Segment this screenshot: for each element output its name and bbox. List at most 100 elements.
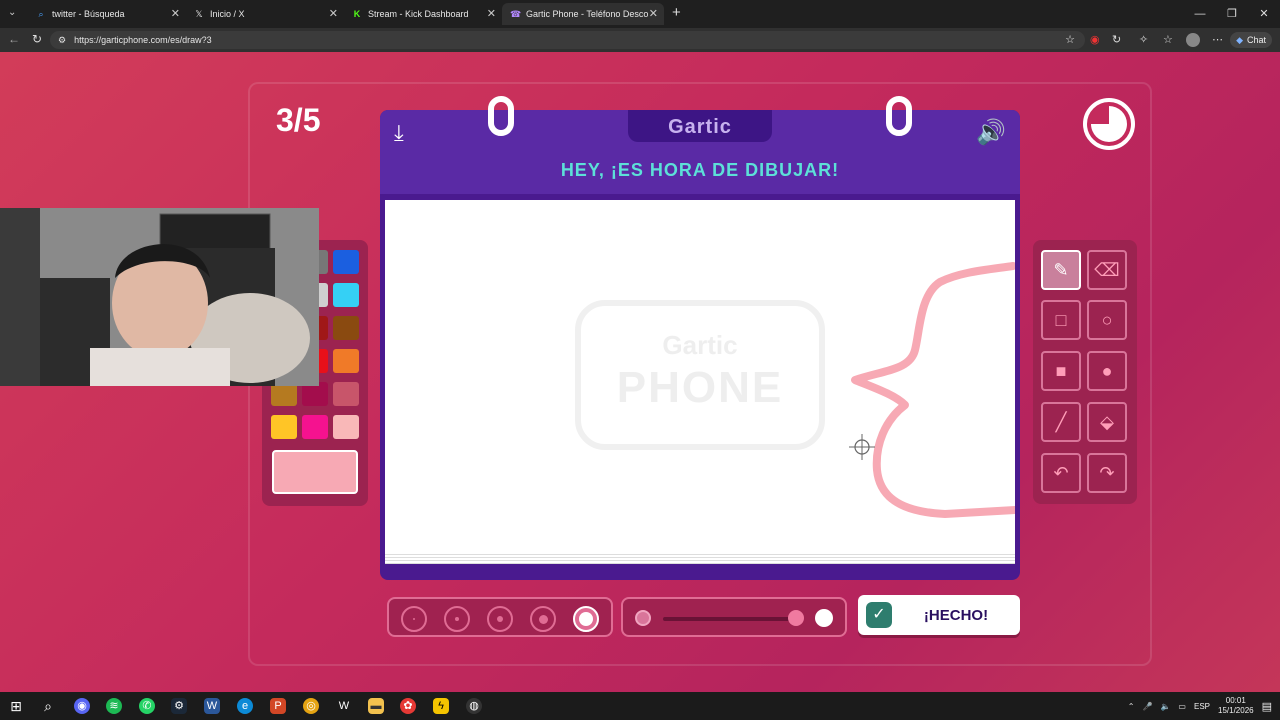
maximize-icon[interactable]: ❐ [1216, 0, 1248, 28]
color-swatch[interactable] [333, 349, 359, 373]
gartic-page: 3/5 Gartic ⤓ 🔊 HEY, ¡ES HORA DE DIBUJAR!… [0, 52, 1280, 692]
volume-icon[interactable]: 🔈 [1160, 702, 1170, 711]
bookmark-star-icon[interactable]: ☆ [1065, 33, 1075, 46]
start-windows-icon[interactable]: ⊞ [8, 698, 24, 714]
spotify-icon[interactable]: ≋ [106, 698, 122, 714]
network-icon[interactable]: ▭ [1178, 702, 1186, 711]
color-swatch[interactable] [333, 382, 359, 406]
tool-panel: ✎ ⌫ □ ○ ■ ● ╱ ⬙ ↶ ↷ [1033, 240, 1137, 504]
obs-icon[interactable]: ◍ [466, 698, 482, 714]
chrome-icon[interactable]: ◎ [303, 698, 319, 714]
color-swatch[interactable] [333, 415, 359, 439]
powerpoint-icon[interactable]: P [270, 698, 286, 714]
notification-icon[interactable]: ▤ [1262, 700, 1272, 713]
brush-size-5[interactable] [573, 606, 599, 632]
color-swatch[interactable] [271, 415, 297, 439]
tray-chevron-icon[interactable]: ⌃ [1128, 702, 1135, 711]
gartic-icon: ☎ [510, 9, 522, 19]
pink-stroke-drawing [851, 262, 1015, 518]
copilot-icon: ◆ [1236, 34, 1243, 45]
opacity-slider[interactable] [621, 597, 847, 637]
redo-tool[interactable]: ↷ [1087, 453, 1127, 493]
x-icon: 𝕏 [195, 9, 203, 19]
app-w-icon[interactable]: W [336, 698, 352, 714]
color-swatch[interactable] [302, 415, 328, 439]
search-icon[interactable]: ⌕ [40, 698, 56, 714]
tab-title: Gartic Phone - Teléfono Descomp [526, 9, 648, 19]
copilot-chat-button[interactable]: ◆ Chat [1230, 32, 1272, 48]
ellipse-filled-tool[interactable]: ● [1087, 351, 1127, 391]
favorites-icon[interactable]: ☆ [1163, 33, 1173, 46]
brush-size-4[interactable] [530, 606, 556, 632]
profile-avatar[interactable] [1186, 33, 1200, 47]
draw-prompt-headline: HEY, ¡ES HORA DE DIBUJAR! [560, 160, 840, 180]
refresh-extension-icon[interactable]: ↻ [1112, 33, 1121, 46]
drawing-canvas[interactable]: Gartic PHONE [385, 200, 1015, 554]
menu-dots-icon[interactable]: ⋯ [1212, 33, 1223, 46]
tab-gartic-phone[interactable]: ☎ Gartic Phone - Teléfono Descomp ✕ [502, 3, 664, 25]
language-indicator[interactable]: ESP [1194, 702, 1210, 711]
line-icon: ╱ [1055, 411, 1067, 432]
url-bar[interactable]: ⚙ https://garticphone.com/es/draw?3 ☆ [50, 31, 1085, 49]
crosshair-cursor-icon [849, 434, 875, 460]
rectangle-filled-tool[interactable]: ■ [1041, 351, 1081, 391]
edge-icon[interactable]: e [237, 698, 253, 714]
close-tab-icon[interactable]: ✕ [487, 7, 496, 20]
tab-title: Stream - Kick Dashboard [368, 9, 469, 19]
site-info-icon[interactable]: ⚙ [58, 35, 66, 46]
file-explorer-icon[interactable]: ▬ [368, 698, 384, 714]
mic-icon[interactable]: 🎤 [1142, 702, 1152, 711]
discord-icon[interactable]: ◉ [74, 698, 90, 714]
window-controls: — ❐ ✕ [1184, 0, 1280, 28]
pencil-tool[interactable]: ✎ [1041, 250, 1081, 290]
timer-icon [1083, 98, 1135, 150]
circle-filled-icon: ● [1101, 360, 1113, 381]
system-tray: ⌃ 🎤 🔈 ▭ ESP 00:01 15/1/2026 ▤ [1128, 692, 1280, 720]
picasa-icon[interactable]: ✿ [400, 698, 416, 714]
rectangle-outline-tool[interactable]: □ [1041, 300, 1081, 340]
square-filled-icon: ■ [1055, 360, 1067, 381]
color-swatch[interactable] [333, 283, 359, 307]
extension-icon[interactable]: ◉ [1090, 33, 1100, 46]
slider-thumb[interactable] [788, 610, 804, 626]
sound-icon[interactable]: 🔊 [976, 118, 1006, 147]
new-tab-button[interactable]: + [672, 4, 681, 21]
download-icon[interactable]: ⤓ [394, 120, 404, 146]
brush-size-3[interactable] [487, 606, 513, 632]
app-lightning-icon[interactable]: ϟ [433, 698, 449, 714]
steam-icon[interactable]: ⚙ [171, 698, 187, 714]
color-swatch[interactable] [333, 316, 359, 340]
ellipse-outline-tool[interactable]: ○ [1087, 300, 1127, 340]
round-counter: 3/5 [276, 102, 321, 138]
reload-icon[interactable]: ↻ [32, 32, 42, 46]
undo-icon: ↶ [1053, 462, 1069, 483]
whatsapp-icon[interactable]: ✆ [139, 698, 155, 714]
close-window-icon[interactable]: ✕ [1248, 0, 1280, 28]
tab-kick-dashboard[interactable]: K Stream - Kick Dashboard ✕ [344, 3, 502, 25]
tab-list-chevron-icon[interactable]: ⌄ [8, 7, 16, 18]
word-icon[interactable]: W [204, 698, 220, 714]
brush-size-1[interactable] [401, 606, 427, 632]
search-icon: ⌕ [38, 9, 44, 19]
brush-size-2[interactable] [444, 606, 470, 632]
minimize-icon[interactable]: — [1184, 0, 1216, 28]
line-tool[interactable]: ╱ [1041, 402, 1081, 442]
webcam-video [0, 208, 319, 386]
clock[interactable]: 00:01 15/1/2026 [1218, 696, 1254, 716]
back-icon[interactable]: ← [8, 32, 20, 46]
extensions-puzzle-icon[interactable]: ✧ [1139, 33, 1148, 46]
close-tab-icon[interactable]: ✕ [649, 7, 658, 20]
undo-tool[interactable]: ↶ [1041, 453, 1081, 493]
eraser-tool[interactable]: ⌫ [1087, 250, 1127, 290]
gartic-logo: Gartic [628, 110, 772, 142]
fill-bucket-tool[interactable]: ⬙ [1087, 402, 1127, 442]
clock-date: 15/1/2026 [1218, 706, 1254, 715]
close-tab-icon[interactable]: ✕ [171, 7, 180, 20]
tab-twitter-search[interactable]: ⌕ twitter - Búsqueda ✕ [28, 3, 186, 25]
tab-x-home[interactable]: 𝕏 Inicio / X ✕ [186, 3, 344, 25]
done-button[interactable]: ✓ ¡HECHO! [858, 595, 1020, 635]
close-tab-icon[interactable]: ✕ [329, 7, 338, 20]
color-swatch[interactable] [333, 250, 359, 274]
slider-track [663, 617, 793, 621]
clock-time: 00:01 [1225, 696, 1246, 705]
